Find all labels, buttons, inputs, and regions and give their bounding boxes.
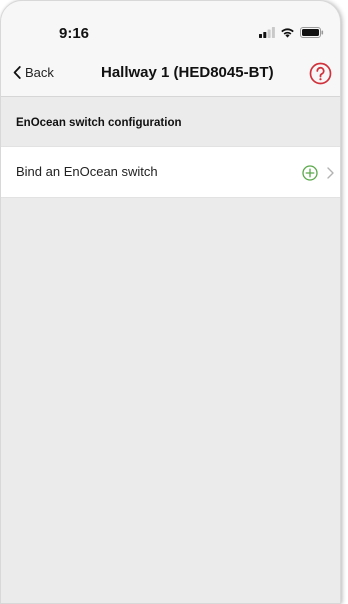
battery-icon <box>300 27 324 38</box>
status-time: 9:16 <box>59 25 90 42</box>
bind-enocean-switch-row[interactable]: Bind an EnOcean switch <box>1 146 340 198</box>
cellular-signal-icon <box>259 27 275 38</box>
status-bar: 9:16 <box>1 1 340 51</box>
help-circle-icon[interactable] <box>309 62 332 85</box>
status-icons <box>259 27 324 38</box>
wifi-icon <box>281 28 294 38</box>
chevron-right-icon <box>327 167 334 179</box>
page-title: Hallway 1 (HED8045-BT) <box>101 64 274 81</box>
section-header: EnOcean switch configuration <box>16 117 182 129</box>
row-label: Bind an EnOcean switch <box>16 164 158 179</box>
back-button[interactable]: Back <box>13 65 54 80</box>
chevron-left-icon <box>13 66 21 79</box>
navigation-bar: Back Hallway 1 (HED8045-BT) <box>1 51 340 97</box>
back-label: Back <box>25 65 54 80</box>
add-circle-icon[interactable] <box>302 165 318 181</box>
phone-frame: 9:16 Back Hallway 1 (HED8045-BT) EnOcean… <box>0 0 341 604</box>
